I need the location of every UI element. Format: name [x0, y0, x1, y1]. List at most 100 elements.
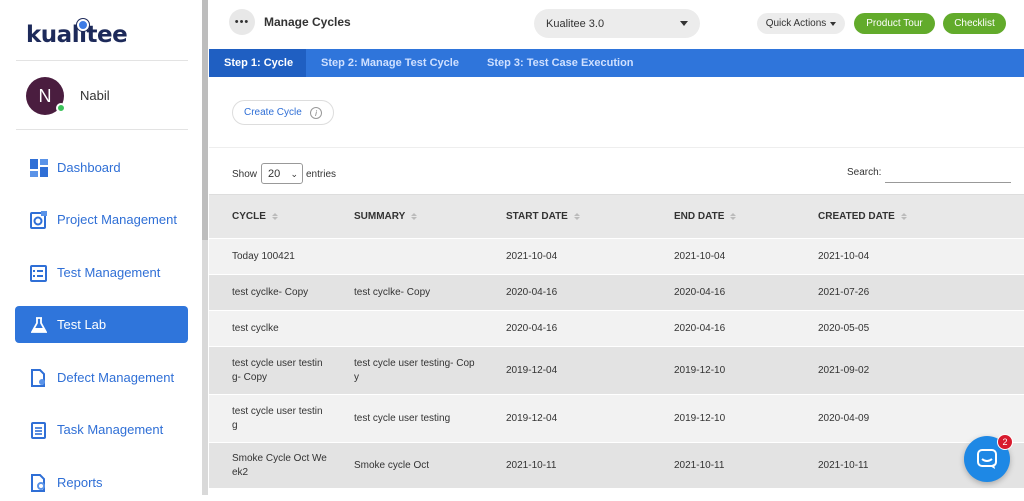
product-tour-button[interactable]: Product Tour	[854, 13, 935, 34]
column-label: START DATE	[506, 211, 568, 222]
more-menu-button[interactable]: •••	[229, 9, 255, 35]
logo-text-i: i	[79, 22, 87, 48]
kualitee-logo[interactable]: kualitee	[26, 22, 128, 56]
cell-created: 2020-05-05	[818, 323, 870, 334]
cell-start: 2019-12-04	[506, 365, 558, 376]
cell-end: 2019-12-10	[674, 413, 726, 424]
logo-text-end: tee	[86, 22, 128, 48]
table-row[interactable]: test cyclke- Copy test cyclke- Copy 2020-0…	[209, 274, 1024, 310]
caret-down-icon	[680, 21, 688, 26]
chat-icon	[977, 449, 997, 469]
logo-text-start: kual	[26, 22, 80, 48]
quick-actions-button[interactable]: Quick Actions	[757, 13, 845, 34]
cell-end: 2020-04-16	[674, 287, 726, 298]
sort-icon	[730, 213, 737, 220]
sort-icon	[900, 213, 907, 220]
cell-cycle: Smoke Cycle Oct We ek2	[232, 453, 327, 478]
sidebar-item-task-management[interactable]: Task Management	[15, 411, 188, 448]
notification-badge: 2	[997, 434, 1013, 450]
sidebar-item-defect-management[interactable]: Defect Management	[15, 359, 188, 396]
cell-end: 2021-10-11	[674, 460, 725, 471]
cell-cycle: Today 100421	[232, 251, 295, 262]
info-icon[interactable]: i	[310, 107, 322, 119]
table-row[interactable]: Smoke Cycle Oct We ek2 Smoke cycle Oct 202…	[209, 442, 1024, 488]
report-search-icon	[29, 473, 49, 493]
table-body: Today 100421 2021-10-04 2021-10-04 2021-10-…	[209, 238, 1024, 488]
column-header-summary[interactable]: SUMMARY	[354, 211, 418, 222]
avatar[interactable]: N	[26, 77, 66, 115]
cell-created: 2021-10-11	[818, 460, 869, 471]
sidebar-item-test-lab[interactable]: Test Lab	[15, 306, 188, 343]
tab-step-2-manage-test-cycle[interactable]: Step 2: Manage Test Cycle	[321, 49, 459, 77]
sidebar-item-label: Dashboard	[57, 160, 121, 175]
checklist-button[interactable]: Checklist	[943, 13, 1006, 34]
cell-created: 2021-10-04	[818, 251, 870, 262]
caret-down-icon	[830, 21, 837, 26]
sidebar-item-label: Task Management	[57, 422, 164, 437]
divider	[16, 60, 188, 61]
cell-cycle: test cyclke- Copy	[232, 287, 309, 298]
cell-summary: test cycle user testing- Cop y	[354, 358, 475, 383]
tab-step-3-test-case-execution[interactable]: Step 3: Test Case Execution	[487, 49, 634, 77]
column-header-cycle[interactable]: CYCLE	[232, 211, 278, 222]
search-input[interactable]	[885, 163, 1011, 183]
create-cycle-label: Create Cycle	[244, 107, 302, 118]
cell-start: 2020-04-16	[506, 287, 558, 298]
chevron-down-icon: ⌄	[290, 169, 298, 179]
table-row[interactable]: test cycle user testin g test cycle user …	[209, 394, 1024, 442]
table-row[interactable]: test cycle user testin g- Copy test cycle…	[209, 346, 1024, 394]
divider	[16, 129, 188, 130]
sidebar: kualitee N Nabil Dashboard Project Manag…	[0, 0, 204, 495]
cell-start: 2019-12-04	[506, 413, 558, 424]
username: Nabil	[80, 88, 110, 103]
cell-summary: Smoke cycle Oct	[354, 460, 430, 471]
cell-end: 2021-10-04	[674, 251, 726, 262]
column-header-start-date[interactable]: START DATE	[506, 211, 580, 222]
flask-icon	[29, 315, 49, 335]
cell-summary: test cycle user testing	[354, 413, 451, 424]
cell-summary: test cyclke- Copy	[354, 287, 431, 298]
entries-label: entries	[306, 169, 337, 180]
cell-start: 2021-10-04	[506, 251, 558, 262]
table-header: CYCLE SUMMARY START DATE END DATE CREATE…	[209, 194, 1024, 238]
tab-step-1-cycle[interactable]: Step 1: Cycle	[209, 49, 306, 77]
online-status-dot	[56, 103, 66, 113]
sidebar-scrollbar[interactable]	[202, 0, 208, 495]
table-controls: Show 20 ⌄ entries Search:	[209, 150, 1024, 194]
project-select-value: Kualitee 3.0	[546, 17, 605, 30]
sidebar-item-reports[interactable]: Reports	[15, 464, 188, 501]
sidebar-item-label: Project Management	[57, 212, 177, 227]
column-header-created-date[interactable]: CREATED DATE	[818, 211, 907, 222]
entries-select[interactable]: 20 ⌄	[261, 163, 303, 184]
sidebar-item-dashboard[interactable]: Dashboard	[15, 149, 188, 186]
column-header-end-date[interactable]: END DATE	[674, 211, 737, 222]
step-tabs: Step 1: Cycle Step 2: Manage Test Cycle …	[209, 49, 1024, 77]
table-row[interactable]: test cyclke 2020-04-16 2020-04-16 2020-05-0…	[209, 310, 1024, 346]
create-cycle-button[interactable]: Create Cycle i	[232, 100, 334, 125]
sort-icon	[573, 213, 580, 220]
page-title: Manage Cycles	[264, 15, 351, 29]
sidebar-item-label: Test Management	[57, 265, 161, 280]
sidebar-item-project-management[interactable]: Project Management	[15, 201, 188, 238]
cell-created: 2021-07-26	[818, 287, 870, 298]
sidebar-item-label: Reports	[57, 475, 103, 490]
cell-start: 2021-10-11	[506, 460, 557, 471]
task-list-icon	[29, 420, 49, 440]
column-label: SUMMARY	[354, 211, 406, 222]
cell-start: 2020-04-16	[506, 323, 558, 334]
cell-cycle: test cycle user testin g- Copy	[232, 358, 323, 383]
cell-end: 2020-04-16	[674, 323, 726, 334]
sidebar-item-test-management[interactable]: Test Management	[15, 254, 188, 291]
table-row[interactable]: Today 100421 2021-10-04 2021-10-04 2021-10-…	[209, 238, 1024, 274]
top-bar: ••• Manage Cycles Kualitee 3.0 Quick Act…	[208, 0, 1024, 48]
project-select[interactable]: Kualitee 3.0	[534, 9, 700, 38]
show-label: Show	[232, 169, 258, 180]
quick-actions-label: Quick Actions	[765, 18, 827, 29]
cell-created: 2021-09-02	[818, 365, 870, 376]
entries-select-value: 20	[268, 167, 281, 180]
column-label: CREATED DATE	[818, 211, 895, 222]
cell-cycle: test cyclke	[232, 323, 279, 334]
cycles-table: CYCLE SUMMARY START DATE END DATE CREATE…	[209, 194, 1024, 488]
search-label: Search:	[847, 167, 882, 178]
test-checklist-icon	[29, 263, 49, 283]
